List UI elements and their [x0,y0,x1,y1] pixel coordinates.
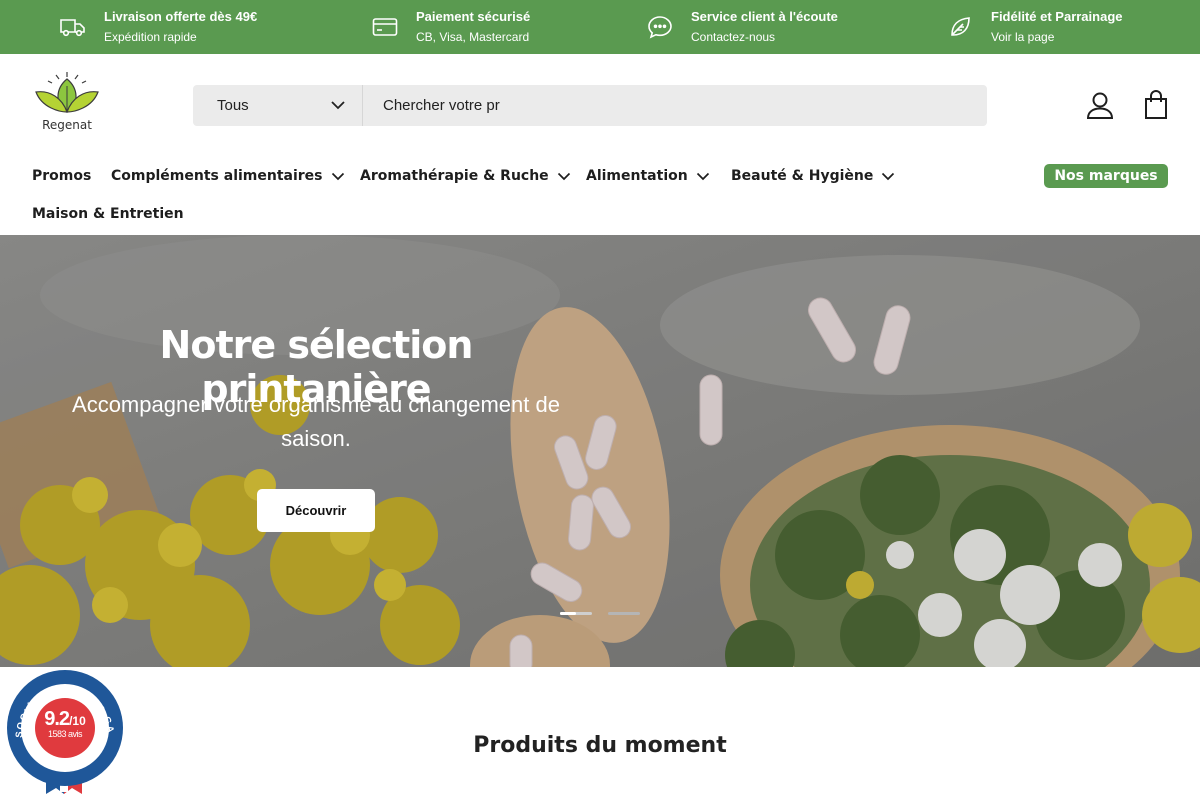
nav-item-aromatherapie[interactable]: Aromathérapie & Ruche [360,166,571,186]
badge-count: 1583 avis [47,729,83,739]
nav-item-beaute[interactable]: Beauté & Hygiène [731,166,895,186]
benefit-title: Fidélité et Parrainage [991,9,1123,24]
benefit-title: Livraison offerte dès 49€ [104,9,258,24]
chevron-down-icon [881,169,895,183]
slide-indicator[interactable] [608,612,640,615]
nav-item-maison[interactable]: Maison & Entretien [32,204,184,224]
benefit-subtitle: CB, Visa, Mastercard [416,30,530,44]
nav-item-label: Beauté & Hygiène [731,168,874,184]
benefit-title: Service client à l'écoute [691,9,838,24]
nav-item-promos[interactable]: Promos [32,166,91,186]
cart-icon[interactable] [1140,88,1172,122]
nav-item-label: Compléments alimentaires [111,168,323,184]
benefit-support[interactable]: Service client à l'écoute Contactez-nous [647,0,838,54]
badge-score: 9.2 [44,708,70,730]
nav-item-label: Promos [32,168,92,184]
leaf-icon [947,14,973,40]
slide-indicator-active[interactable] [560,612,592,615]
benefit-subtitle: Voir la page [991,30,1055,44]
credit-card-icon [372,14,398,40]
review-badge[interactable]: SOCIÉTÉ DES AVIS GARANTIS 9.2/10 1583 av… [0,660,126,798]
benefit-payment[interactable]: Paiement sécurisé CB, Visa, Mastercard [372,0,530,54]
benefit-title: Paiement sécurisé [416,9,531,24]
search-bar: Tous [193,85,987,126]
benefits-bar: Livraison offerte dès 49€ Expédition rap… [0,0,1200,54]
search-input[interactable] [363,85,987,126]
nav-item-alimentation[interactable]: Alimentation [586,166,710,186]
logo-leaves-icon [35,72,99,113]
search-category-select[interactable]: Tous [193,85,363,126]
benefit-loyalty[interactable]: Fidélité et Parrainage Voir la page [947,0,1123,54]
account-icon[interactable] [1084,88,1116,122]
benefit-subtitle: Contactez-nous [691,30,776,44]
chevron-down-icon [331,169,345,183]
nav-item-label: Maison & Entretien [32,206,184,222]
nav-item-complements[interactable]: Compléments alimentaires [111,166,345,186]
search-category-label: Tous [217,97,249,114]
chevron-down-icon [330,97,346,114]
nav-item-label: Aromathérapie & Ruche [360,168,549,184]
badge-scale: /10 [69,714,86,728]
truck-icon [60,14,86,40]
benefit-subtitle: Expédition rapide [104,30,197,44]
nav-item-label: Alimentation [586,168,688,184]
benefit-shipping[interactable]: Livraison offerte dès 49€ Expédition rap… [60,0,257,54]
hero-discover-button[interactable]: Découvrir [257,489,375,532]
hero-subtitle: Accompagner votre organisme au changemen… [72,392,560,451]
chat-icon [647,14,673,40]
brands-button[interactable]: Nos marques [1044,164,1168,188]
chevron-down-icon [696,169,710,183]
hero-banner: Notre sélection printanière Accompagner … [0,235,1200,667]
chevron-down-icon [557,169,571,183]
site-logo[interactable]: Regenat [32,70,102,138]
logo-text: Regenat [42,118,92,132]
section-title: Produits du moment [473,733,727,758]
